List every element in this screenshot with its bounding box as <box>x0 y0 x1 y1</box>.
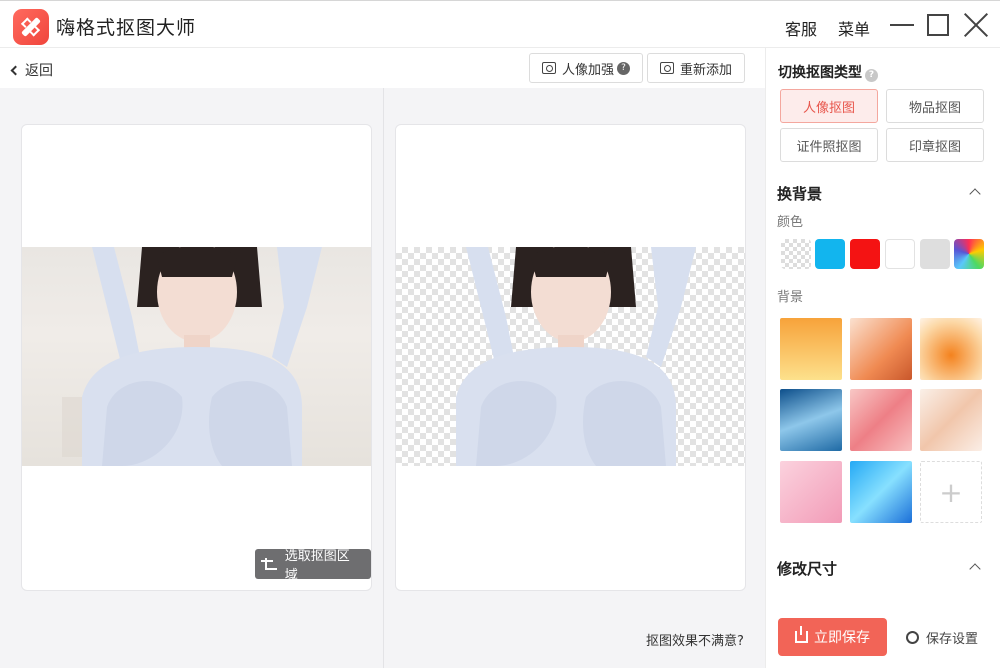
settings-sidebar: 切换抠图类型? 人像抠图 物品抠图 证件照抠图 印章抠图 换背景 颜色 背景 +… <box>765 48 1000 668</box>
bg-thumb-blue-wave[interactable] <box>780 389 842 451</box>
save-label: 立即保存 <box>814 630 870 646</box>
bg-thumb-orange-glow[interactable] <box>920 318 982 380</box>
help-icon[interactable]: ? <box>865 69 878 82</box>
gear-icon <box>906 631 919 644</box>
app-title: 嗨格式抠图大师 <box>56 17 197 39</box>
image-icon <box>660 62 674 74</box>
menu-link[interactable]: 菜单 <box>838 16 870 40</box>
change-bg-title: 换背景 <box>777 185 823 203</box>
bg-thumb-pink[interactable] <box>850 389 912 451</box>
help-icon[interactable]: ? <box>617 61 631 75</box>
color-custom[interactable] <box>954 239 984 269</box>
chevron-left-icon <box>10 65 21 76</box>
back-button[interactable]: 返回 <box>10 60 53 80</box>
save-button[interactable]: 立即保存 <box>778 618 887 656</box>
color-blue[interactable] <box>815 239 845 269</box>
type-seal[interactable]: 印章抠图 <box>886 128 984 162</box>
color-white[interactable] <box>885 239 915 269</box>
color-label: 颜色 <box>777 215 804 230</box>
portrait-enhance-button[interactable]: 人像加强 ? <box>529 53 644 83</box>
color-transparent[interactable] <box>781 239 811 269</box>
save-settings-label: 保存设置 <box>926 632 979 647</box>
app-logo <box>13 9 49 45</box>
type-object[interactable]: 物品抠图 <box>886 89 984 123</box>
portrait-cutout <box>456 247 696 466</box>
plus-icon: + <box>939 475 963 509</box>
readd-button[interactable]: 重新添加 <box>647 53 746 83</box>
bg-thumb-orange-yellow[interactable] <box>780 318 842 380</box>
add-background-button[interactable]: + <box>920 461 982 523</box>
original-photo <box>22 247 371 466</box>
bg-thumb-rose[interactable] <box>780 461 842 523</box>
work-toolbar: 返回 人像加强 ? 重新添加 <box>0 48 765 88</box>
original-image-panel: 选取抠图区域 <box>21 124 372 591</box>
cutout-photo <box>396 247 745 466</box>
select-area-button[interactable]: 选取抠图区域 <box>255 549 371 583</box>
readd-label: 重新添加 <box>680 62 733 78</box>
switch-type-title: 切换抠图类型? <box>778 62 878 82</box>
minimize-button[interactable] <box>888 11 916 39</box>
enhance-icon <box>542 62 556 74</box>
bg-thumb-peach-fabric[interactable] <box>850 318 912 380</box>
close-button[interactable] <box>962 11 990 39</box>
color-gray[interactable] <box>920 239 950 269</box>
portrait-figure <box>62 247 322 466</box>
type-portrait[interactable]: 人像抠图 <box>780 89 878 123</box>
resize-title: 修改尺寸 <box>777 560 838 578</box>
portrait-enhance-label: 人像加强 <box>562 62 615 78</box>
support-link[interactable]: 客服 <box>785 16 817 40</box>
bg-thumb-sky-blue[interactable] <box>850 461 912 523</box>
type-id-photo[interactable]: 证件照抠图 <box>780 128 878 162</box>
select-area-label: 选取抠图区域 <box>284 549 350 583</box>
background-label: 背景 <box>777 290 804 305</box>
title-bar: 嗨格式抠图大师 客服 菜单 <box>0 0 1000 48</box>
maximize-button[interactable] <box>924 11 952 39</box>
chevron-up-icon[interactable] <box>969 188 981 200</box>
back-label: 返回 <box>25 63 53 79</box>
save-settings-button[interactable]: 保存设置 <box>906 628 978 647</box>
divider <box>383 88 384 668</box>
minimize-icon <box>890 24 914 26</box>
result-image-panel <box>395 124 746 591</box>
maximize-icon <box>927 14 949 36</box>
bg-thumb-cream[interactable] <box>920 389 982 451</box>
crop-icon <box>261 558 277 570</box>
chevron-up-icon[interactable] <box>969 563 981 575</box>
work-area: 返回 人像加强 ? 重新添加 选取抠图区域 抠图效果不满意? <box>0 48 765 668</box>
unsatisfied-link[interactable]: 抠图效果不满意? <box>646 630 744 649</box>
download-icon <box>795 626 808 643</box>
color-red[interactable] <box>850 239 880 269</box>
